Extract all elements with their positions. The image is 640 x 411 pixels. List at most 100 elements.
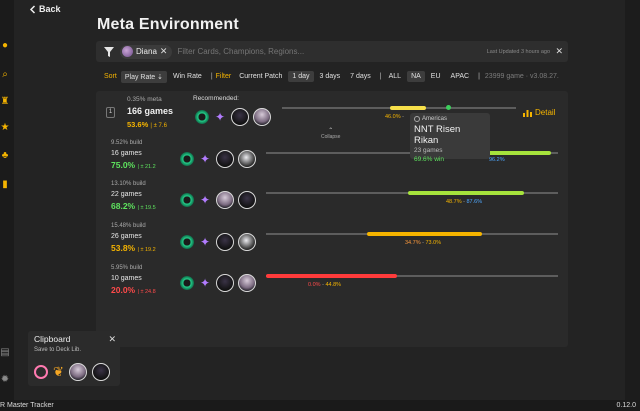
player-tooltip: Americas NNT Risen Rikan 23 games 69.6% …: [410, 113, 490, 163]
sort-play-rate-button[interactable]: Play Rate ⇣: [120, 70, 168, 83]
recommended-icons: ✦: [195, 108, 271, 126]
right-edge: [625, 0, 640, 400]
archetype-row[interactable]: 1 0.35% meta 166 games 53.6% | ± 7.6 Rec…: [96, 91, 568, 140]
app-version: 0.12.0: [616, 402, 636, 409]
champion-chip[interactable]: Diana ✕: [120, 44, 173, 59]
champion-portrait-second[interactable]: [91, 363, 110, 381]
region-icon-secondary: ❦: [53, 364, 64, 379]
region-all-button[interactable]: ALL: [385, 71, 405, 82]
champion-portrait-diana[interactable]: [231, 108, 249, 126]
build-percent: 9.52% build: [111, 140, 143, 146]
champion-portrait-second[interactable]: [238, 233, 256, 251]
current-patch-button[interactable]: Current Patch: [235, 71, 286, 82]
tooltip-player-name: NNT Risen Rikan: [414, 124, 461, 146]
tooltip-games: 23 games: [414, 147, 443, 154]
clipboard-icons: ❦: [34, 363, 110, 381]
region-na-button[interactable]: NA: [407, 71, 425, 82]
bell-icon[interactable]: ♣: [0, 151, 10, 161]
champion-portrait-diana[interactable]: [216, 233, 234, 251]
left-rail: ● ⌕ ♜ ★ ♣ ▮ ▤ ✹: [0, 0, 14, 400]
region-targon-icon: ✦: [199, 152, 211, 166]
build-icons: ✦: [180, 233, 256, 251]
filter-label: Filter: [215, 73, 232, 80]
winrate-range-label: 46.0% -: [385, 114, 404, 120]
build-games: 22 games: [111, 191, 142, 198]
build-win-rate: 53.8% | ± 19.2: [111, 243, 156, 253]
region-shurima-icon: [180, 193, 194, 207]
sort-label: Sort: [104, 73, 117, 80]
winrate-range-segment: [481, 151, 551, 155]
build-icons: ✦: [180, 274, 256, 292]
collapse-button[interactable]: ⌃ Collapse: [321, 127, 340, 140]
region-eu-button[interactable]: EU: [427, 71, 445, 82]
region-targon-icon: ✦: [199, 193, 211, 207]
star-icon[interactable]: ★: [0, 123, 10, 133]
winrate-range-segment: [408, 191, 524, 195]
library-icon[interactable]: ▮: [0, 180, 10, 190]
separator: |: [210, 73, 213, 80]
back-label: Back: [39, 4, 61, 14]
clear-filter-icon[interactable]: ✕: [555, 46, 563, 57]
build-row[interactable]: 5.95% build 10 games 20.0% | ± 24.8 ✦ 0.…: [96, 265, 568, 305]
winrate-range-label: 48.7% - 87.6%: [446, 199, 483, 205]
winrate-range-bar: [266, 232, 558, 236]
champion-portrait-second[interactable]: [238, 191, 256, 209]
build-icons: ✦: [180, 191, 256, 209]
filter-search-input[interactable]: [177, 47, 418, 56]
region-icon: [34, 365, 48, 379]
save-to-deck-lib-link[interactable]: Save to Deck Lib.: [34, 347, 81, 353]
games-count: 166 games: [127, 106, 174, 116]
build-icons: ✦: [180, 150, 256, 168]
region-targon-icon: ✦: [199, 276, 211, 290]
build-row[interactable]: 15.48% build 26 games 53.8% | ± 19.2 ✦ 3…: [96, 223, 568, 263]
region-shurima-icon: [180, 235, 194, 249]
chip-remove-icon[interactable]: ✕: [160, 46, 168, 57]
settings-gear-icon[interactable]: ✹: [0, 375, 10, 385]
build-percent: 15.48% build: [111, 223, 146, 229]
build-row[interactable]: 13.10% build 22 games 68.2% | ± 19.5 ✦ 4…: [96, 181, 568, 221]
separator: |: [478, 73, 480, 80]
champion-portrait-second[interactable]: [238, 150, 256, 168]
page-title: Meta Environment: [97, 16, 239, 33]
meta-percent: 0.35% meta: [127, 96, 162, 103]
sort-row: Sort Play Rate ⇣ Win Rate | Filter Curre…: [104, 70, 559, 83]
champion-portrait-second[interactable]: [253, 108, 271, 126]
build-games: 10 games: [111, 275, 142, 282]
champion-portrait-second[interactable]: [238, 274, 256, 292]
champion-portrait-diana[interactable]: [216, 150, 234, 168]
period-1-day-button[interactable]: 1 day: [288, 71, 314, 82]
build-games: 16 games: [111, 150, 142, 157]
trophy-icon[interactable]: ♜: [0, 97, 10, 107]
champion-portrait-diana[interactable]: [216, 274, 234, 292]
sort-win-rate-button[interactable]: Win Rate: [169, 71, 206, 82]
chevron-up-icon: ⌃: [328, 128, 334, 134]
tooltip-win-rate: 69.6% win: [414, 156, 444, 163]
winrate-range-bar: [266, 274, 558, 278]
chat-icon[interactable]: ▤: [0, 348, 10, 358]
period-7-days-button[interactable]: 7 days: [346, 71, 375, 82]
build-row[interactable]: 9.52% build 16 games 75.0% | ± 21.2 ✦ 96…: [96, 140, 568, 180]
last-updated-text: Last Updated 3 hours ago: [486, 48, 550, 55]
winrate-range-bar: [266, 191, 558, 195]
build-percent: 5.95% build: [111, 265, 143, 271]
app-name: R Master Tracker: [0, 402, 54, 409]
winrate-marker: [446, 105, 451, 110]
build-win-rate: 20.0% | ± 24.8: [111, 285, 156, 295]
meta-info-text: 23999 game · v3.08.27.: [484, 73, 559, 80]
champion-avatar: [122, 46, 133, 57]
clipboard-panel: Clipboard ✕ Save to Deck Lib. ❦: [28, 331, 120, 386]
deck-icon[interactable]: ●: [0, 41, 10, 51]
winrate-range-label: 96.2%: [489, 157, 505, 163]
chevron-left-icon: [29, 4, 36, 14]
period-3-days-button[interactable]: 3 days: [316, 71, 345, 82]
back-button[interactable]: Back: [29, 4, 61, 14]
clipboard-close-icon[interactable]: ✕: [108, 334, 116, 345]
region-targon-icon: ✦: [199, 235, 211, 249]
filter-bar: Diana ✕ Last Updated 3 hours ago ✕: [96, 41, 568, 62]
search-icon[interactable]: ⌕: [0, 70, 10, 80]
champion-portrait-first[interactable]: [68, 363, 87, 381]
region-apac-button[interactable]: APAC: [447, 71, 474, 82]
separator: |: [379, 73, 382, 80]
champion-portrait-diana[interactable]: [216, 191, 234, 209]
detail-button[interactable]: Detail: [523, 108, 555, 117]
